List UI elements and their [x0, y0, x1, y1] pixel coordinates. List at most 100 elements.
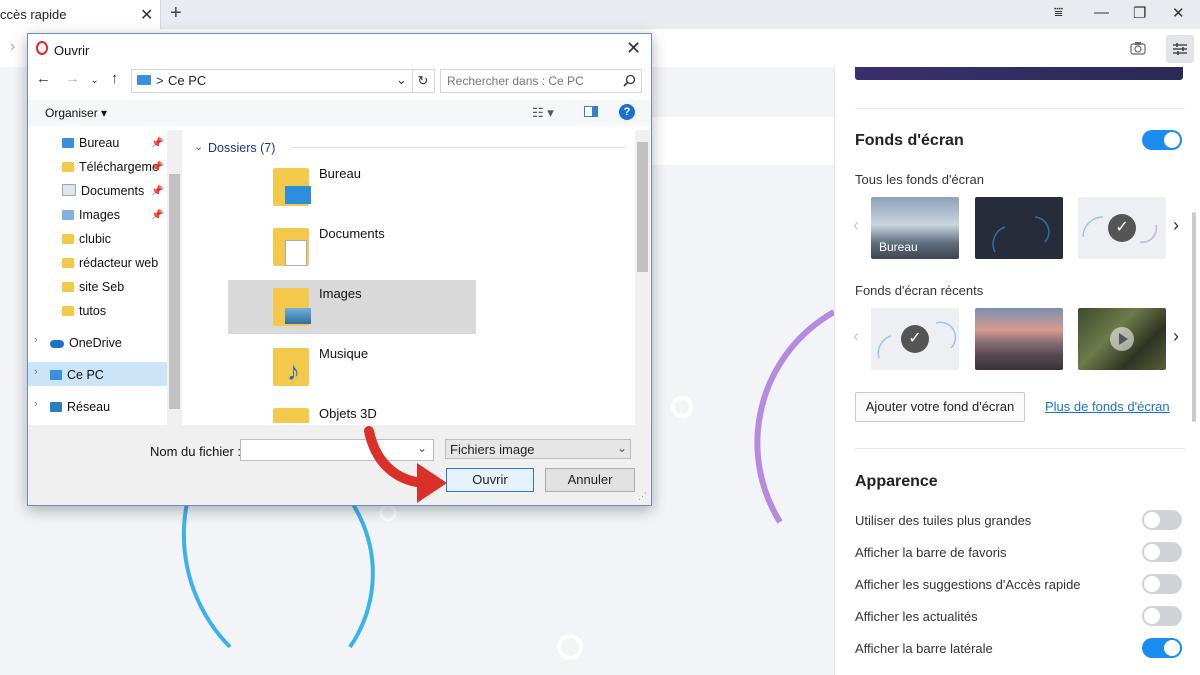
- nav-item-label: OneDrive: [69, 336, 122, 350]
- group-divider: [292, 147, 626, 148]
- folder-objets-3d[interactable]: Objets 3D: [228, 400, 476, 423]
- nav-item-tutos[interactable]: tutos: [62, 304, 106, 318]
- toggle-knob: [1144, 544, 1160, 560]
- wallpaper-thumb-dark[interactable]: [975, 197, 1063, 259]
- help-icon[interactable]: ?: [619, 104, 635, 120]
- chevron-down-icon[interactable]: ⌄: [194, 140, 203, 153]
- path-box[interactable]: > Ce PC ⌄: [131, 69, 413, 93]
- wallpaper-thumb-light[interactable]: ✓: [1078, 197, 1166, 259]
- tab-menu-icon[interactable]: ⩸: [1054, 4, 1063, 21]
- expand-chevron-icon[interactable]: ›: [34, 398, 38, 410]
- file-list-scrollbar-thumb[interactable]: [637, 142, 648, 272]
- nav-item-site-seb[interactable]: site Seb: [62, 280, 124, 294]
- refresh-icon[interactable]: ↻: [412, 69, 435, 93]
- sidebar-toggle[interactable]: [1142, 638, 1182, 658]
- tab-close-icon[interactable]: ✕: [140, 5, 153, 25]
- nav-item-ce-pc[interactable]: Ce PC: [50, 368, 104, 382]
- resize-grip-icon[interactable]: ⋰: [638, 491, 647, 502]
- pin-icon[interactable]: 📌: [151, 162, 163, 173]
- recent-wallpaper-light[interactable]: ✓: [871, 308, 959, 370]
- new-tab-button[interactable]: +: [170, 2, 182, 25]
- folder-images[interactable]: Images: [228, 280, 476, 334]
- speed-dial-suggestions-toggle[interactable]: [1142, 574, 1182, 594]
- nav-item-clubic[interactable]: clubic: [62, 232, 111, 246]
- pin-icon[interactable]: 📌: [151, 186, 163, 197]
- forward-arrow-icon[interactable]: →: [65, 70, 80, 87]
- add-wallpaper-button[interactable]: Ajouter votre fond d'écran: [855, 392, 1025, 422]
- organize-menu[interactable]: Organiser ▾: [45, 106, 107, 120]
- recent-locations-icon[interactable]: ⌄: [90, 75, 98, 86]
- up-arrow-icon[interactable]: ↑: [111, 70, 119, 87]
- desktop-badge: [285, 186, 311, 204]
- view-options-icon[interactable]: ☷ ▾: [532, 105, 554, 121]
- nav-item-label: Bureau: [79, 136, 120, 150]
- wallpapers-heading: Fonds d'écran: [855, 132, 964, 149]
- camera-icon[interactable]: [1130, 41, 1146, 55]
- selected-check-icon: ✓: [901, 325, 929, 353]
- picture-badge: [285, 308, 311, 324]
- option-label: Utiliser des tuiles plus grandes: [855, 513, 1032, 528]
- toggle-knob: [1164, 640, 1180, 656]
- nav-item-documents[interactable]: Documents: [62, 184, 144, 198]
- forward-arrow-icon[interactable]: ›: [10, 38, 15, 56]
- recent-wallpaper-seascape[interactable]: [975, 308, 1063, 370]
- folder-name: Bureau: [319, 166, 361, 181]
- pin-icon[interactable]: 📌: [151, 210, 163, 221]
- nav-item-onedrive[interactable]: OneDrive: [50, 336, 122, 350]
- nav-item-downloads[interactable]: Téléchargeme: [62, 160, 159, 174]
- wallpapers-toggle[interactable]: [1142, 130, 1182, 150]
- back-arrow-icon[interactable]: ←: [36, 70, 51, 87]
- selected-check-icon: ✓: [1108, 214, 1136, 242]
- folder-icon: [62, 282, 74, 292]
- file-list: ⌄ Dossiers (7) Bureau Documents Images ♪…: [188, 128, 635, 423]
- dialog-close-icon[interactable]: ✕: [626, 38, 641, 59]
- cancel-button[interactable]: Annuler: [545, 468, 635, 492]
- folder-icon: [273, 168, 311, 206]
- folder-documents[interactable]: Documents: [228, 220, 476, 274]
- group-header[interactable]: Dossiers (7): [208, 141, 275, 155]
- nav-item-label: tutos: [79, 304, 107, 318]
- more-wallpapers-link[interactable]: Plus de fonds d'écran: [1045, 399, 1170, 414]
- open-button[interactable]: Ouvrir: [446, 468, 534, 492]
- filetype-select[interactable]: Fichiers image: [445, 439, 631, 459]
- nav-item-label: Réseau: [67, 400, 111, 414]
- expand-chevron-icon[interactable]: ›: [34, 366, 38, 378]
- folder-icon: [273, 288, 311, 326]
- easy-setup-button[interactable]: [1166, 35, 1194, 63]
- recent-wallpaper-bird[interactable]: [1078, 308, 1166, 370]
- expand-chevron-icon[interactable]: ›: [34, 334, 38, 346]
- panel-scrollbar[interactable]: [1192, 212, 1196, 422]
- folder-musique[interactable]: ♪ Musique: [228, 340, 476, 394]
- window-close-icon[interactable]: ✕: [1172, 4, 1185, 22]
- nav-scrollbar-thumb[interactable]: [169, 174, 180, 409]
- folder-bureau[interactable]: Bureau: [228, 160, 476, 214]
- nav-item-images[interactable]: Images: [62, 208, 120, 222]
- wallpaper-thumb-bureau[interactable]: Bureau: [871, 197, 959, 259]
- chevron-right-icon[interactable]: ›: [1173, 215, 1179, 236]
- folder-icon: ♪: [273, 348, 309, 386]
- chevron-down-icon[interactable]: ⌄: [396, 72, 407, 88]
- network-icon: [50, 402, 62, 412]
- filetype-value: Fichiers image: [450, 442, 535, 457]
- minimize-icon[interactable]: —: [1094, 4, 1109, 21]
- nav-item-redacteur-web[interactable]: rédacteur web: [62, 256, 158, 270]
- bookmarks-bar-toggle[interactable]: [1142, 542, 1182, 562]
- chevron-left-icon[interactable]: ‹: [853, 215, 859, 236]
- tab-speed-dial[interactable]: ccès rapide ✕: [0, 0, 161, 29]
- preview-pane-icon[interactable]: [584, 106, 598, 117]
- toggle-knob: [1144, 576, 1160, 592]
- chevron-down-icon[interactable]: ⌄: [617, 441, 627, 455]
- tab-label: ccès rapide: [0, 7, 67, 22]
- nav-item-network[interactable]: Réseau: [50, 400, 110, 414]
- pin-icon[interactable]: 📌: [151, 138, 163, 149]
- news-toggle[interactable]: [1142, 606, 1182, 626]
- sliders-icon: [1173, 43, 1187, 55]
- chevron-right-icon[interactable]: ›: [1173, 326, 1179, 347]
- search-input[interactable]: Rechercher dans : Ce PC: [440, 69, 642, 93]
- large-tiles-toggle[interactable]: [1142, 510, 1182, 530]
- folder-name: Musique: [319, 346, 369, 361]
- chevron-left-icon[interactable]: ‹: [853, 326, 859, 347]
- restore-icon[interactable]: ❐: [1133, 4, 1146, 22]
- folder-icon: [62, 138, 74, 148]
- nav-item-bureau[interactable]: Bureau: [62, 136, 119, 150]
